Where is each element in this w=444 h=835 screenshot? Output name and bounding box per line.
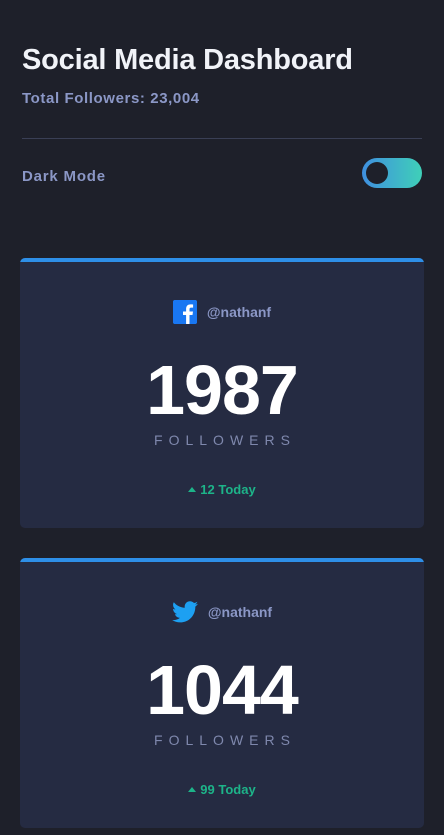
card-account: @nathanf (20, 300, 424, 331)
follower-count: 1044 (146, 651, 299, 729)
page-title: Social Media Dashboard (22, 44, 353, 76)
divider (22, 138, 422, 139)
toggle-knob (366, 162, 388, 184)
twitter-icon (171, 601, 198, 623)
account-handle[interactable]: @nathanf (207, 300, 271, 324)
up-arrow-icon (188, 787, 197, 792)
account-handle[interactable]: @nathanf (208, 600, 272, 624)
dark-mode-row: Dark Mode (22, 158, 422, 190)
followers-label: FOLLOWERS (154, 732, 296, 748)
facebook-icon (172, 300, 197, 324)
daily-change: 12 Today (20, 482, 424, 497)
dark-mode-label: Dark Mode (22, 168, 106, 185)
daily-change-text: 12 Today (200, 482, 256, 497)
up-arrow-icon (188, 487, 197, 492)
card-account: @nathanf (20, 600, 424, 630)
dark-mode-toggle[interactable] (362, 158, 422, 188)
follower-count: 1987 (146, 351, 299, 429)
twitter-followers-card[interactable]: @nathanf 1044 FOLLOWERS 99 Today (20, 558, 424, 828)
daily-change-text: 99 Today (200, 782, 256, 797)
total-followers: Total Followers: 23,004 (22, 90, 200, 107)
followers-label: FOLLOWERS (154, 432, 296, 448)
dashboard-header: Social Media Dashboard Total Followers: … (22, 42, 422, 107)
daily-change: 99 Today (20, 782, 424, 797)
facebook-followers-card[interactable]: @nathanf 1987 FOLLOWERS 12 Today (20, 258, 424, 528)
